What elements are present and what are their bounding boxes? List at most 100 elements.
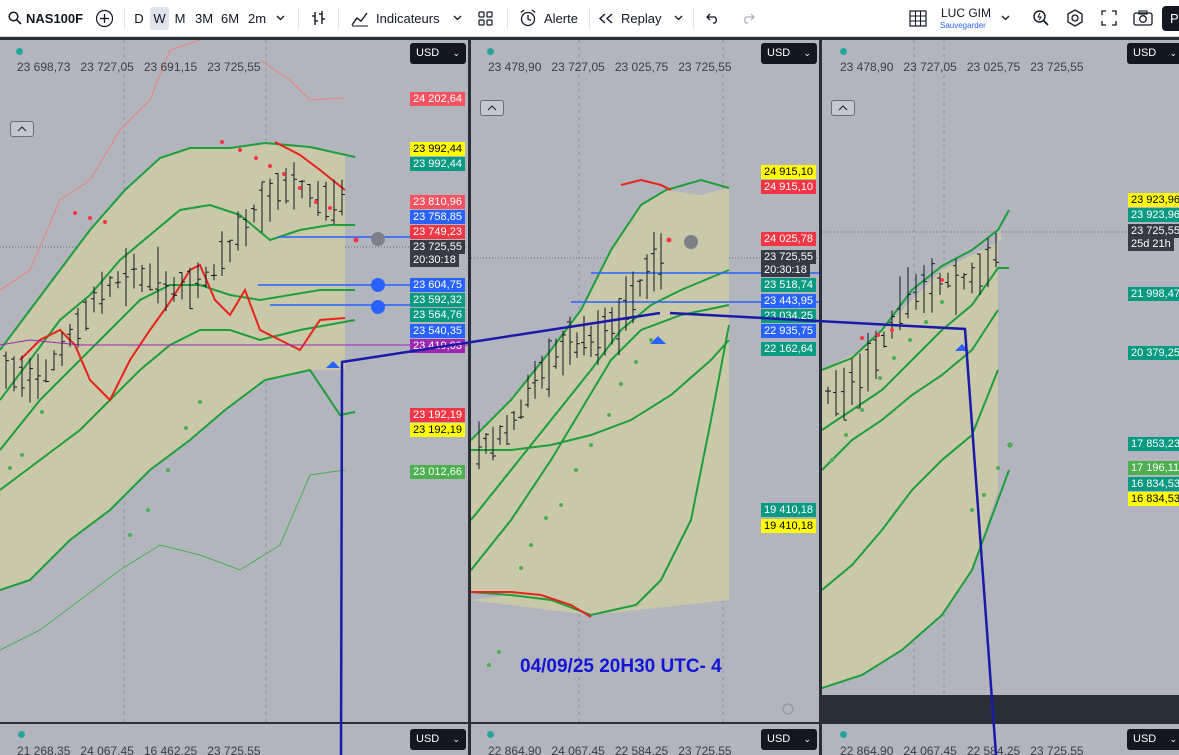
currency-select[interactable]: USD ⌄ (1127, 729, 1179, 750)
camera-icon[interactable] (1133, 10, 1153, 26)
search-icon[interactable] (8, 11, 22, 25)
chevron-up-icon (487, 105, 497, 111)
ohlc-bar (953, 258, 959, 315)
ohlc-bar (339, 179, 345, 216)
ohlc-bar (179, 272, 185, 300)
chevron-down-icon: ⌄ (803, 48, 811, 58)
timeframe-w[interactable]: W (150, 7, 169, 30)
indicators-icon[interactable] (351, 10, 369, 27)
ohlc-bar (833, 370, 839, 417)
psar-dot (40, 410, 44, 414)
chevron-down-icon: ⌄ (803, 734, 811, 744)
chevron-down-icon: ⌄ (452, 48, 460, 58)
alert-clock-icon[interactable] (519, 9, 537, 27)
ohlc-bar (532, 360, 538, 399)
price-label: 23 604,75 (410, 278, 465, 292)
price-label: 23 012,66 (410, 465, 465, 479)
psar-dot (996, 466, 1000, 470)
settings-gear-icon[interactable] (1066, 9, 1084, 27)
chart-panel-3[interactable]: 23 478,90 23 727,05 23 025,75 23 725,55 … (822, 40, 1179, 695)
bottom-panel-2[interactable]: 22 864,90 24 067,45 22 584,25 23 725,55 … (471, 724, 819, 755)
ohlc-bar (993, 232, 999, 268)
layout-grid-icon[interactable] (478, 11, 493, 26)
ohlc-bar (897, 276, 903, 331)
ohlc-readout: 23 478,90 23 727,05 23 025,75 23 725,55 (840, 60, 1084, 74)
price-label: 16 834,53 (1128, 492, 1179, 506)
ohlc-bar (490, 426, 496, 461)
status-dot (16, 48, 23, 55)
psar-dot (487, 663, 491, 667)
timeframe-d[interactable]: D (130, 7, 148, 30)
ohlc-open: 22 864,90 (840, 744, 894, 755)
chart-panel-2[interactable]: 23 478,90 23 727,05 23 025,75 23 725,55 … (471, 40, 819, 722)
user-name[interactable]: LUC GIM (941, 6, 991, 20)
fullscreen-icon[interactable] (1101, 10, 1117, 26)
alert-button[interactable]: Alerte (544, 0, 578, 37)
ohlc-bar (291, 162, 297, 210)
timeframe-3m[interactable]: 3M (192, 7, 216, 30)
currency-select[interactable]: USD ⌄ (761, 43, 817, 64)
price-label: 17 196,11 (1128, 461, 1179, 475)
ohlc-bar (203, 266, 209, 288)
chart-panel-1[interactable]: 23 698,73 23 727,05 23 691,15 23 725,55 … (0, 40, 468, 722)
ohlc-bar (913, 273, 919, 310)
collapse-button[interactable] (10, 121, 34, 137)
save-status[interactable]: Sauvegarder (940, 21, 986, 30)
psar-dot (878, 376, 882, 380)
bar-style-icon[interactable] (310, 10, 326, 27)
chart-layout-icon[interactable] (909, 10, 927, 27)
status-dot (18, 731, 25, 738)
currency-select[interactable]: USD ⌄ (410, 729, 466, 750)
timeframe-6m[interactable]: 6M (218, 7, 242, 30)
ohlc-bar (857, 353, 863, 409)
ohlc-low: 22 584,25 (614, 744, 669, 755)
psar-dot (1008, 443, 1012, 447)
price-label: 22 162,64 (761, 342, 816, 356)
currency-select[interactable]: USD ⌄ (1127, 43, 1179, 64)
ohlc-bar (35, 353, 41, 400)
ohlc-open: 22 864,90 (488, 744, 542, 755)
toolbar-divider (693, 8, 694, 29)
ohlc-bar (211, 264, 217, 281)
psar-dot (908, 338, 912, 342)
candles-2 (476, 231, 664, 667)
ohlc-readout: 23 478,90 23 727,05 23 025,75 23 725,55 (488, 60, 732, 74)
chevron-down-icon[interactable] (674, 15, 683, 21)
timeframe-m[interactable]: M (171, 7, 189, 30)
ohlc-bar (67, 324, 73, 347)
price-label: 23 592,32 (410, 293, 465, 307)
replay-button[interactable]: Replay (621, 0, 661, 37)
redo-icon[interactable] (740, 12, 755, 24)
timeframe-2m[interactable]: 2m (245, 7, 269, 30)
psar-dot (589, 443, 593, 447)
indicators-button[interactable]: Indicateurs (376, 0, 440, 37)
ohlc-bar (267, 178, 273, 222)
psar-dot (529, 543, 533, 547)
replay-icon[interactable] (598, 13, 615, 24)
add-symbol-icon[interactable] (95, 9, 114, 28)
bottom-panel-1[interactable]: 21 268,35 24 067,45 16 462,25 23 725,55 … (0, 724, 468, 755)
currency-select[interactable]: USD ⌄ (761, 729, 817, 750)
chevron-down-icon[interactable] (276, 15, 285, 21)
ohlc-bar (602, 307, 608, 356)
symbol-button[interactable]: NAS100F (26, 0, 83, 37)
psar-dot (128, 533, 132, 537)
psar-dot (268, 164, 272, 168)
quick-search-icon[interactable] (1032, 9, 1050, 27)
psar-dot (20, 453, 24, 457)
psar-dot (220, 140, 224, 144)
collapse-button[interactable] (480, 100, 504, 116)
collapse-button[interactable] (831, 100, 855, 116)
psar-dot (73, 211, 77, 215)
ohlc-bar (259, 181, 265, 233)
currency-label: USD (416, 733, 440, 745)
ohlc-bar (961, 273, 967, 290)
undo-icon[interactable] (706, 12, 721, 24)
currency-select[interactable]: USD ⌄ (410, 43, 466, 64)
chevron-down-icon[interactable] (1001, 15, 1010, 21)
publish-button[interactable]: P (1162, 6, 1179, 31)
ohlc-high: 23 727,05 (551, 60, 605, 74)
psar-dot (314, 200, 318, 204)
bottom-panel-3[interactable]: 22 864,90 24 067,45 22 584,25 23 725,55 … (822, 724, 1179, 755)
chevron-down-icon[interactable] (453, 15, 462, 21)
